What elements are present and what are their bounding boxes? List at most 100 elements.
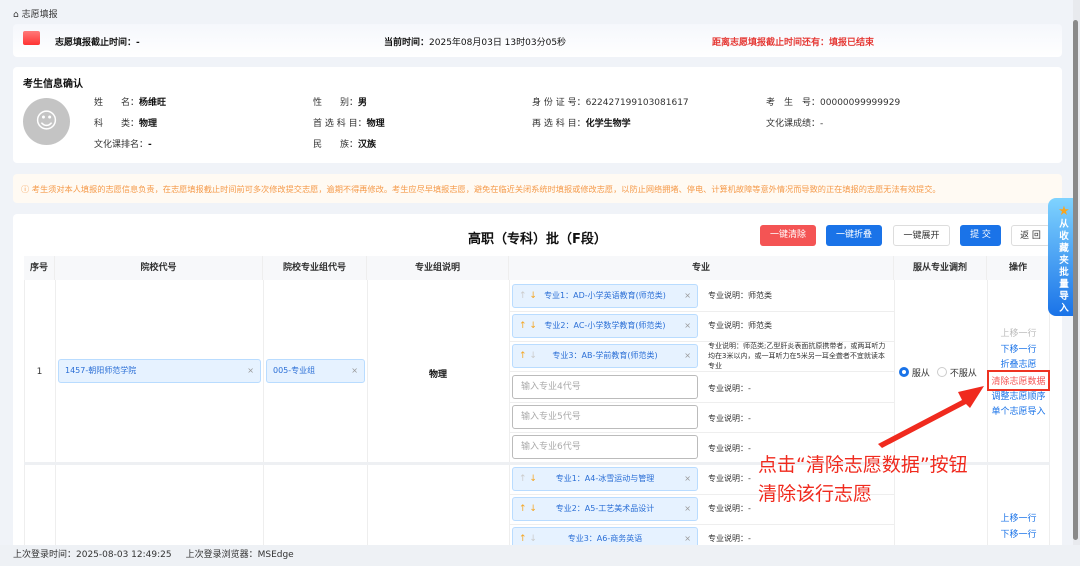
close-icon[interactable]: × xyxy=(684,468,691,490)
field-label: 再 选 科 目： xyxy=(532,119,586,129)
major-tag[interactable]: ↑ ↓ 专业1：AD-小学英语教育(师范类) × xyxy=(512,284,698,308)
info-icon: ⓘ xyxy=(21,184,32,194)
back-button[interactable]: 返 回 xyxy=(1011,225,1050,246)
major-desc: 专业说明：- xyxy=(708,534,751,543)
col-obey: 服从专业调剂 xyxy=(894,256,987,280)
close-icon[interactable]: × xyxy=(351,360,358,382)
close-icon[interactable]: × xyxy=(247,360,254,382)
major-desc: 专业说明：师范类 xyxy=(708,291,772,300)
move-arrows-icon: ↑ ↓ xyxy=(519,351,537,361)
collapse-link[interactable]: 折叠志愿 xyxy=(987,357,1050,370)
major-label: 专业3：A6-商务英语 xyxy=(567,534,643,543)
deadline-value: - xyxy=(136,38,140,48)
field-value: 622427199103081617 xyxy=(585,98,689,108)
field-value: - xyxy=(820,119,824,129)
close-icon[interactable]: × xyxy=(684,498,691,520)
major-tag[interactable]: ↑ ↓ 专业3：AB-学前教育(师范类) × xyxy=(512,344,698,368)
field-label: 文化课成绩： xyxy=(766,119,821,129)
student-field: 文化课排名：- xyxy=(94,137,152,150)
field-label: 性 别： xyxy=(313,98,359,108)
move-arrows-icon: ↑ ↓ xyxy=(519,474,537,484)
major-tag[interactable]: ↑ ↓ 专业1：A4-冰雪运动与管理 × xyxy=(512,467,698,491)
major-tag[interactable]: ↑ ↓ 专业2：A5-工艺美术品设计 × xyxy=(512,497,698,521)
current-time-value: 2025年08月03日 13时03分05秒 xyxy=(429,38,567,48)
move-arrows-icon: ↑ ↓ xyxy=(519,291,537,301)
row-index: 1 xyxy=(36,367,43,377)
major-desc: 专业说明：- xyxy=(708,444,751,453)
last-login-time: 上次登录时间：2025-08-03 12:49:25 xyxy=(13,550,172,560)
field-label: 文化课排名： xyxy=(94,140,149,150)
student-field: 性 别：男 xyxy=(313,95,367,108)
student-field: 姓 名：杨维旺 xyxy=(94,95,166,108)
student-field: 身 份 证 号：622427199103081617 xyxy=(532,95,689,108)
group-select[interactable]: 005-专业组 × xyxy=(266,359,365,383)
student-field: 文化课成绩：- xyxy=(766,116,823,129)
major-tag[interactable]: ↑ ↓ 专业2：AC-小学数学教育(师范类) × xyxy=(512,314,698,338)
scrollbar[interactable] xyxy=(1073,0,1080,545)
submit-button[interactable]: 提 交 xyxy=(960,225,1001,246)
annotation-arrow xyxy=(878,386,984,448)
major-desc: 专业说明：师范类;乙型肝炎表面抗原携带者，或两耳听力均在3米以内，或一耳听力在5… xyxy=(708,342,886,370)
student-field: 再 选 科 目：化学生物学 xyxy=(532,116,631,129)
major-code-input[interactable]: 输入专业5代号 xyxy=(512,405,698,429)
close-icon[interactable]: × xyxy=(684,315,691,337)
close-icon[interactable]: × xyxy=(684,285,691,307)
move-down-link[interactable]: 下移一行 xyxy=(987,342,1050,355)
move-up-link[interactable]: 上移一行 xyxy=(987,511,1050,524)
field-label: 身 份 证 号： xyxy=(532,98,586,108)
remaining-time: 距离志愿填报截止时间还有：填报已结束 xyxy=(712,38,875,48)
last-login-browser: 上次登录浏览器：MSEdge xyxy=(185,550,294,560)
major-label: 专业1：A4-冰雪运动与管理 xyxy=(555,474,655,483)
major-label: 专业1：AD-小学英语教育(师范类) xyxy=(544,291,666,300)
footer: 上次登录时间：2025-08-03 12:49:25 上次登录浏览器：MSEdge xyxy=(0,545,1080,566)
clear-row-link[interactable]: 清除志愿数据 xyxy=(987,370,1050,391)
major-code-input[interactable]: 输入专业6代号 xyxy=(512,435,698,459)
batch-title: 高职（专科）批（F段） xyxy=(468,232,607,247)
field-label: 民 族： xyxy=(313,140,359,150)
side-button-label: 从收藏夹批量导入 xyxy=(1059,219,1069,314)
col-ops: 操作 xyxy=(987,256,1050,280)
field-value: 男 xyxy=(358,98,368,108)
single-import-link[interactable]: 单个志愿导入 xyxy=(987,404,1050,417)
field-label: 姓 名： xyxy=(94,98,140,108)
col-group-desc: 专业组说明 xyxy=(367,256,509,280)
annotation-text: 点击“清除志愿数据”按钮 清除该行志愿 xyxy=(758,451,968,509)
annotation-line1: 点击“清除志愿数据”按钮 xyxy=(758,454,968,476)
field-value: 化学生物学 xyxy=(585,119,631,129)
field-label: 首 选 科 目： xyxy=(313,119,367,129)
group-value: 005-专业组 xyxy=(273,366,316,375)
home-icon: ⌂ xyxy=(13,10,19,20)
major-code-input[interactable]: 输入专业4代号 xyxy=(512,375,698,399)
major-desc: 专业说明：师范类 xyxy=(708,321,772,330)
deadline-label: 志愿填报截止时间： xyxy=(55,38,137,48)
field-value: 汉族 xyxy=(358,140,377,150)
radio-checked-icon xyxy=(899,367,909,377)
major-label: 专业2：A5-工艺美术品设计 xyxy=(555,504,655,513)
close-icon[interactable]: × xyxy=(684,345,691,367)
deadline-bar: 志愿填报截止时间：- 当前时间：2025年08月03日 13时03分05秒 距离… xyxy=(13,24,1062,57)
student-field: 民 族：汉族 xyxy=(313,137,376,150)
reorder-link[interactable]: 调整志愿顺序 xyxy=(987,389,1050,402)
breadcrumb[interactable]: ⌂ 志愿填报 xyxy=(13,7,58,20)
field-value: 物理 xyxy=(139,119,158,129)
expand-all-button[interactable]: 一键展开 xyxy=(893,225,950,246)
move-down-link[interactable]: 下移一行 xyxy=(987,527,1050,540)
annotation-line2: 清除该行志愿 xyxy=(758,483,873,505)
student-field: 首 选 科 目：物理 xyxy=(313,116,385,129)
clear-all-button[interactable]: 一键清除 xyxy=(760,225,816,246)
notice-bar: ⓘ 考生须对本人填报的志愿信息负责，在志愿填报截止时间前可多次修改提交志愿，逾期… xyxy=(13,174,1062,203)
collapse-all-button[interactable]: 一键折叠 xyxy=(826,225,882,246)
field-value: 物理 xyxy=(366,119,385,129)
move-arrows-icon: ↑ ↓ xyxy=(519,321,537,331)
section-title: 考生信息确认 xyxy=(23,79,83,90)
field-value: 杨维旺 xyxy=(139,98,167,108)
move-up-link[interactable]: 上移一行 xyxy=(987,326,1050,339)
current-time-label: 当前时间： xyxy=(384,38,430,48)
field-value: - xyxy=(148,140,152,150)
major-label: 专业2：AC-小学数学教育(师范类) xyxy=(544,321,666,330)
student-info-card: 考生信息确认 ☺ 姓 名：杨维旺 性 别：男 身 份 证 号：62242719910… xyxy=(13,67,1062,163)
col-school: 院校代号 xyxy=(55,256,263,280)
school-select[interactable]: 1457-朝阳师范学院 × xyxy=(58,359,261,383)
col-major: 专业 xyxy=(509,256,894,280)
field-value: 00000099999929 xyxy=(820,98,901,108)
